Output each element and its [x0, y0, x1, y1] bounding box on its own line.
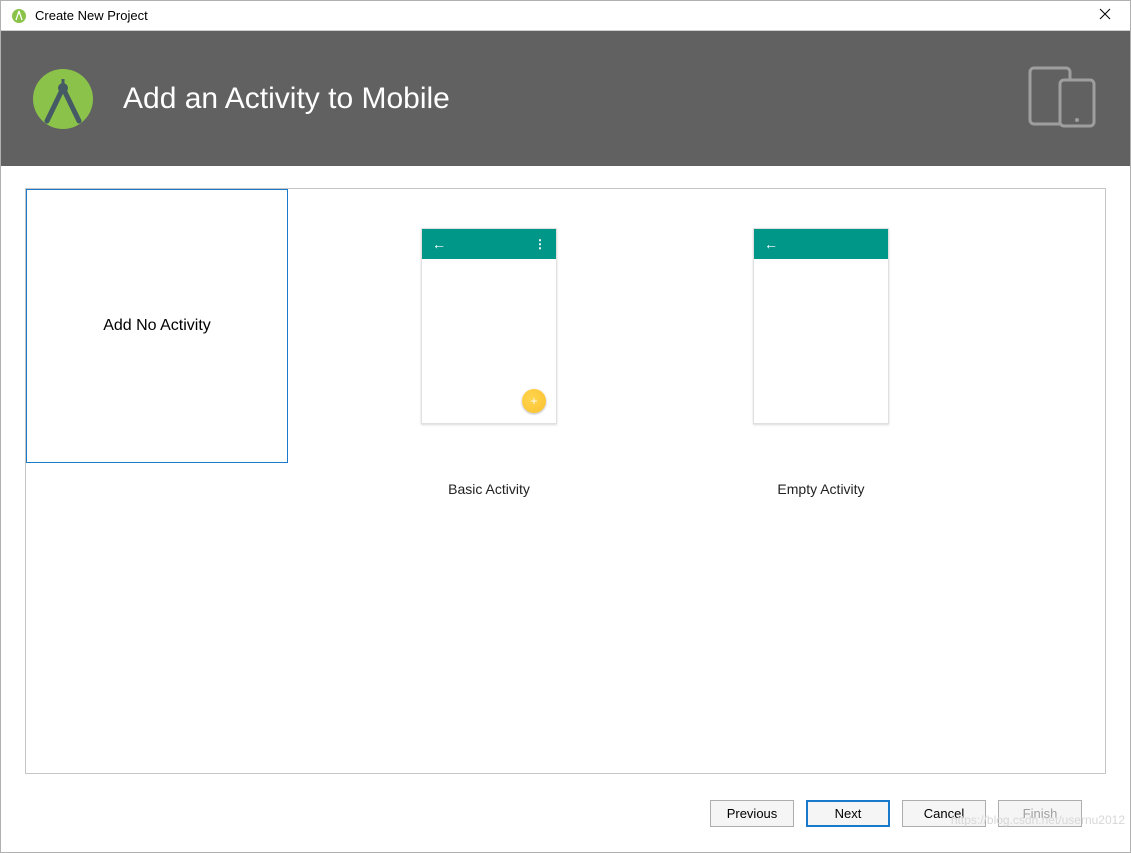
window-title: Create New Project [35, 8, 148, 23]
template-thumbnail: ← ⋮ + [358, 189, 620, 463]
fab-icon: + [522, 389, 546, 413]
template-card-basic-activity[interactable]: ← ⋮ + Basic Activity [358, 189, 620, 497]
overflow-icon: ⋮ [534, 237, 546, 251]
footer: Previous Next Cancel Finish [25, 774, 1106, 852]
phone-tablet-icon [1026, 64, 1100, 133]
android-studio-logo [31, 67, 95, 131]
finish-button: Finish [998, 800, 1082, 827]
next-button[interactable]: Next [806, 800, 890, 827]
titlebar: Create New Project [1, 1, 1130, 31]
preview-appbar: ← [754, 229, 888, 259]
phone-preview: ← [753, 228, 889, 424]
template-label: Empty Activity [777, 481, 864, 497]
back-arrow-icon: ← [432, 236, 446, 252]
banner: Add an Activity to Mobile [1, 31, 1130, 166]
template-thumbnail: Add No Activity [26, 189, 288, 463]
template-label: Basic Activity [448, 481, 530, 497]
cancel-button[interactable]: Cancel [902, 800, 986, 827]
template-grid: Add No Activity ← ⋮ + Basic Activity [25, 188, 1106, 774]
template-thumbnail: ← [690, 189, 952, 463]
close-icon[interactable] [1090, 7, 1120, 24]
phone-preview: ← ⋮ + [421, 228, 557, 424]
previous-button[interactable]: Previous [710, 800, 794, 827]
template-card-no-activity[interactable]: Add No Activity [26, 189, 288, 481]
back-arrow-icon: ← [764, 236, 778, 252]
banner-heading: Add an Activity to Mobile [123, 82, 450, 116]
preview-appbar: ← ⋮ [422, 229, 556, 259]
content: Add No Activity ← ⋮ + Basic Activity [1, 166, 1130, 852]
template-label: Add No Activity [103, 317, 211, 335]
template-card-empty-activity[interactable]: ← Empty Activity [690, 189, 952, 497]
android-studio-icon [11, 8, 27, 24]
